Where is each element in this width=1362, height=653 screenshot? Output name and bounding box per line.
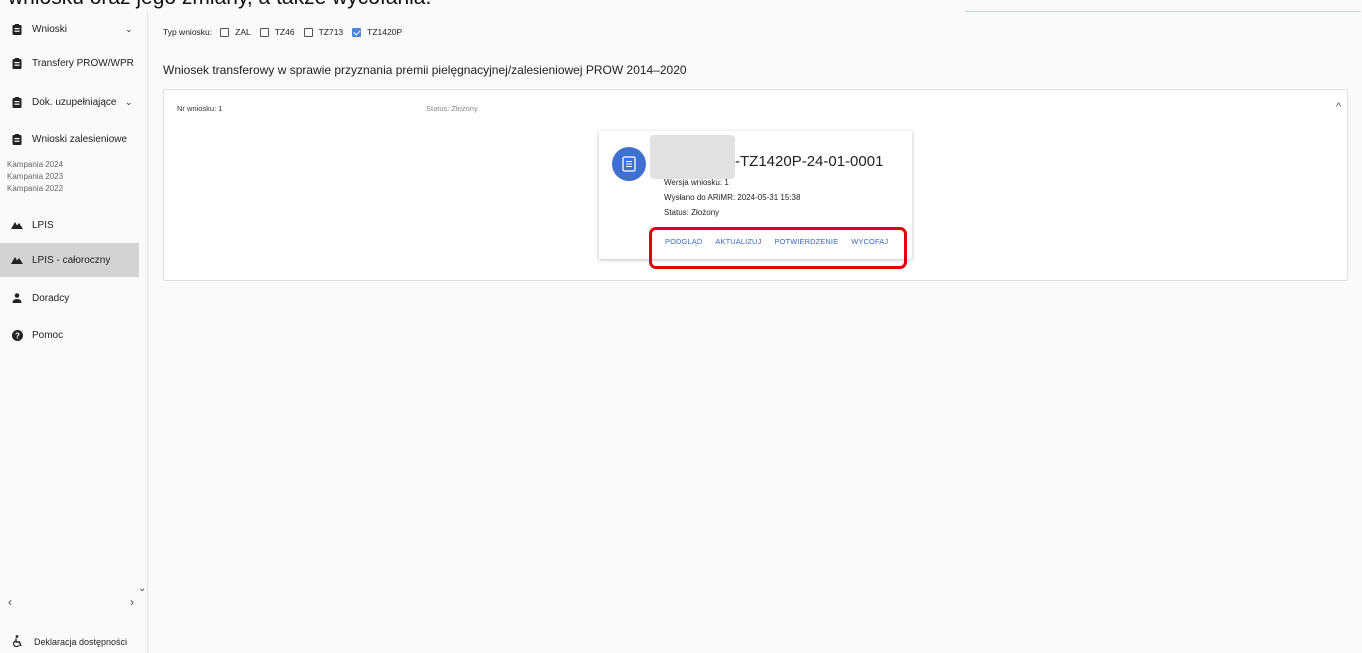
sidebar: Wnioski ⌄ Transfery PROW/WPR Dok. uzupeł… [0, 12, 148, 653]
application-version: Wersja wniosku: 1 [664, 178, 729, 187]
chevron-up-icon[interactable]: ^ [1336, 101, 1341, 113]
divider [965, 11, 1361, 12]
sidebar-item-label: Dok. uzupełniające [32, 96, 117, 108]
sidebar-item-label: LPIS - całoroczny [32, 254, 111, 266]
horizontal-scrollbar[interactable]: ‹ › ⌄ [0, 583, 146, 611]
filter-option-label: TZ46 [274, 27, 295, 37]
filter-option-zal[interactable]: ZAL [220, 27, 251, 37]
filter-option-tz46[interactable]: TZ46 [259, 27, 295, 37]
clipboard-icon [11, 96, 23, 108]
sidebar-item-pomoc[interactable]: ? Pomoc [0, 318, 139, 352]
document-caption: wniosku oraz jego zmiany, a także wycofa… [8, 0, 431, 10]
application-id: -TZ1420P-24-01-0001 [735, 153, 884, 170]
scroll-down-icon[interactable]: ⌄ [138, 583, 146, 594]
checkbox-icon[interactable] [303, 27, 313, 37]
document-icon [612, 147, 646, 181]
sidebar-item-label: LPIS [32, 219, 54, 231]
application-type-filter: Typ wniosku: ZAL TZ46 TZ713 TZ1420P [163, 24, 411, 40]
filter-option-label: TZ713 [318, 27, 344, 37]
application-number: Nr wniosku: 1 [177, 104, 223, 113]
annotation-highlight-box [649, 227, 907, 269]
sidebar-item-lpis-caloroczny[interactable]: LPIS - całoroczny [0, 243, 139, 277]
mountain-icon [11, 219, 23, 231]
chevron-down-icon: ⌄ [125, 23, 133, 34]
checkbox-checked-icon[interactable] [352, 27, 362, 37]
accessibility-declaration-link[interactable]: Deklaracja dostępności [0, 632, 147, 652]
filter-option-tz713[interactable]: TZ713 [303, 27, 344, 37]
sidebar-item-label: Doradcy [32, 292, 70, 304]
accessibility-icon [13, 635, 23, 649]
sidebar-item-label: Pomoc [32, 329, 64, 341]
help-icon: ? [11, 329, 23, 341]
checkbox-icon[interactable] [259, 27, 269, 37]
scroll-right-icon[interactable]: › [130, 595, 134, 609]
checkbox-icon[interactable] [220, 27, 230, 37]
sidebar-item-label: Wnioski zalesieniowe [32, 133, 128, 145]
filter-option-tz1420p[interactable]: TZ1420P [352, 27, 402, 37]
sidebar-item-wnioski[interactable]: Wnioski ⌄ [0, 12, 139, 46]
filter-label: Typ wniosku: [163, 27, 213, 37]
clipboard-icon [11, 57, 23, 69]
sidebar-item-label: Transfery PROW/WPR [32, 57, 134, 69]
sidebar-subitem-kampania-2024[interactable]: Kampania 2024 [7, 160, 63, 169]
svg-text:?: ? [15, 331, 20, 340]
sidebar-item-lpis[interactable]: LPIS [0, 208, 139, 242]
person-icon [11, 292, 23, 304]
clipboard-icon [11, 23, 23, 35]
sidebar-subitem-kampania-2022[interactable]: Kampania 2022 [7, 184, 63, 193]
filter-option-label: TZ1420P [367, 27, 403, 37]
application-card-status: Status: Złożony [664, 208, 720, 217]
scroll-left-icon[interactable]: ‹ [8, 595, 12, 609]
page-title: Wniosek transferowy w sprawie przyznania… [163, 63, 687, 77]
filter-option-label: ZAL [235, 27, 251, 37]
redacted-block [650, 135, 735, 179]
sidebar-item-doradcy[interactable]: Doradcy [0, 281, 139, 315]
clipboard-icon [11, 133, 23, 145]
application-sent-date: Wysłano do ARiMR: 2024-05-31 15:38 [664, 193, 801, 202]
application-status: Status: Złożony [426, 104, 478, 113]
chevron-down-icon: ⌄ [125, 96, 133, 107]
sidebar-item-dok-uzupelniajace[interactable]: Dok. uzupełniające ⌄ [0, 85, 139, 119]
mountain-icon [11, 254, 23, 266]
sidebar-item-transfery[interactable]: Transfery PROW/WPR [0, 46, 139, 80]
sidebar-subitem-kampania-2023[interactable]: Kampania 2023 [7, 172, 63, 181]
sidebar-item-wnioski-zalesieniowe[interactable]: Wnioski zalesieniowe [0, 122, 139, 156]
accessibility-declaration-label: Deklaracja dostępności [34, 637, 128, 647]
sidebar-item-label: Wnioski [32, 23, 68, 35]
